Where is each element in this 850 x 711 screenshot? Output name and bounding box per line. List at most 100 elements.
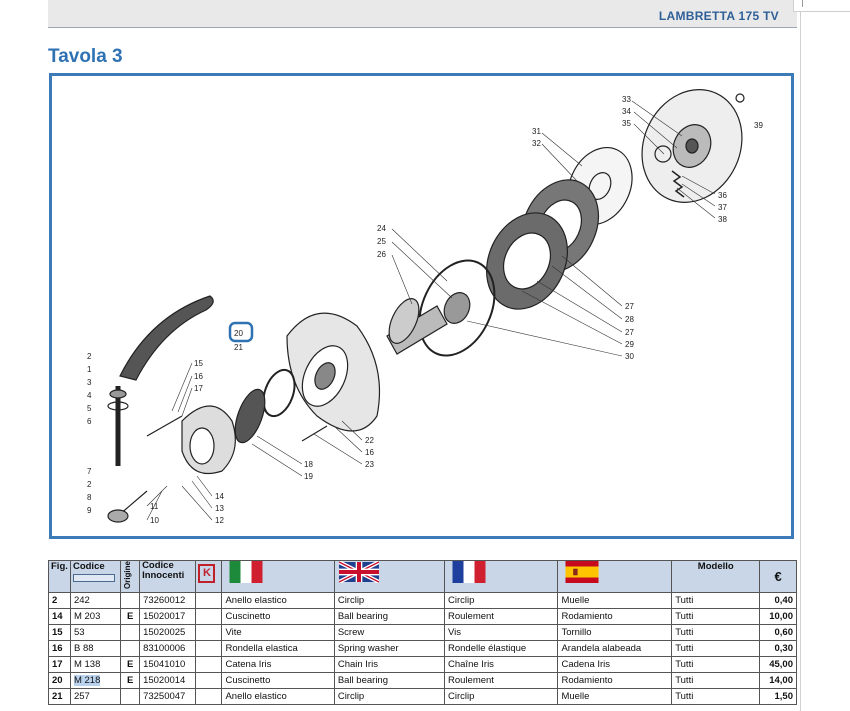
callout-17: 17	[194, 384, 203, 393]
callout-38: 38	[718, 215, 727, 224]
cell-modello: Tutti	[671, 672, 761, 690]
cell-fr-text: Vis	[448, 627, 462, 639]
cell-modello: Tutti	[671, 640, 761, 658]
cell-origine: E	[120, 672, 141, 690]
cell-en: Circlip	[333, 592, 446, 610]
cell-k	[195, 592, 223, 610]
cell-codice: M 138	[69, 656, 122, 674]
cell-prezzo-text: 10,00	[769, 611, 793, 623]
cell-es: Muelle	[557, 592, 673, 610]
callout-13: 13	[215, 504, 224, 513]
col-fig: Fig.	[48, 559, 71, 594]
document-page: LAMBRETTA 175 TV Tavola 3 33 34 35 39 31…	[0, 0, 801, 711]
cell-it-text: Anello elastico	[225, 595, 287, 607]
cell-en: Screw	[333, 624, 446, 642]
cell-es-text: Muelle	[561, 595, 590, 607]
cell-es: Tornillo	[557, 624, 673, 642]
cell-en: Spring washer	[333, 640, 446, 658]
cell-fig-text: 16	[52, 643, 63, 655]
cell-fig: 20	[48, 672, 71, 690]
table-header-row: Fig. Codice Origine Codice Innocenti K M…	[48, 559, 797, 594]
callout-16: 16	[365, 448, 374, 457]
cell-en-text: Ball bearing	[337, 611, 388, 623]
cell-modello: Tutti	[671, 624, 761, 642]
cell-prezzo: 1,50	[759, 688, 797, 706]
cell-it-text: Catena Iris	[225, 659, 272, 671]
cell-prezzo-text: 14,00	[769, 675, 793, 687]
cell-innocenti: 15020025	[139, 624, 197, 642]
cell-innocenti: 15020014	[139, 672, 197, 690]
cell-es: Rodamiento	[557, 672, 673, 690]
callout-31: 31	[532, 127, 541, 136]
cell-en-text: Circlip	[337, 595, 365, 607]
cell-en-text: Spring washer	[337, 643, 399, 655]
cell-it: Cuscinetto	[221, 672, 335, 690]
callout-28: 28	[625, 315, 634, 324]
col-italian	[221, 559, 335, 594]
cell-prezzo-text: 45,00	[769, 659, 793, 671]
cell-innocenti-text: 15020017	[143, 611, 186, 623]
cell-fig-text: 21	[52, 691, 63, 703]
callout-27: 27	[625, 302, 634, 311]
callout-19: 19	[304, 472, 313, 481]
cell-fr: Vis	[443, 624, 559, 642]
callout-30: 30	[625, 352, 634, 361]
cell-modello-text: Tutti	[675, 627, 694, 639]
cell-origine	[120, 688, 141, 706]
cell-codice: M 218	[69, 672, 122, 690]
callout-29: 29	[625, 340, 634, 349]
cell-prezzo: 14,00	[759, 672, 797, 690]
table-row: 2 242 73260012 Anello elastico Circlip Circli…	[48, 592, 797, 610]
col-codice-label: Codice	[72, 561, 105, 572]
callout-18: 18	[304, 460, 313, 469]
callout-7: 7	[87, 467, 92, 476]
spain-flag-icon	[565, 561, 599, 583]
col-codice: Codice	[69, 559, 122, 594]
cell-k	[195, 656, 223, 674]
cell-it: Catena Iris	[221, 656, 335, 674]
callout-6: 6	[87, 417, 92, 426]
model-title: LAMBRETTA 175 TV	[658, 9, 779, 23]
table-row: 20 M 218 E 15020014 Cuscinetto Ball bearing Ro…	[48, 672, 797, 690]
cell-innocenti: 15041010	[139, 656, 197, 674]
cell-it: Anello elastico	[221, 688, 335, 706]
col-modello: Modello	[671, 559, 761, 594]
cell-codice: 257	[69, 688, 122, 706]
callout-9: 9	[87, 506, 92, 515]
cell-modello-text: Tutti	[675, 675, 694, 687]
col-euro: €	[759, 559, 797, 594]
callout-39: 39	[754, 121, 763, 130]
cell-en: Chain Iris	[333, 656, 446, 674]
cell-en-text: Chain Iris	[337, 659, 378, 671]
cell-codice-text: 242	[73, 595, 90, 607]
cell-modello-text: Tutti	[675, 595, 694, 607]
cell-k	[195, 688, 223, 706]
cell-innocenti-text: 15020025	[143, 627, 186, 639]
brand-badge	[72, 574, 115, 582]
cell-codice: 53	[69, 624, 122, 642]
callout-14: 14	[215, 492, 224, 501]
cell-fig: 17	[48, 656, 71, 674]
callout-36: 36	[718, 191, 727, 200]
cell-fig: 14	[48, 608, 71, 626]
cell-fig: 2	[48, 592, 71, 610]
cell-innocenti: 73260012	[139, 592, 197, 610]
callout-3: 3	[87, 378, 92, 387]
cell-fig-text: 20	[52, 675, 63, 687]
cell-prezzo: 0,60	[759, 624, 797, 642]
cell-codice: M 203	[69, 608, 122, 626]
italy-flag-icon	[229, 561, 263, 583]
cell-es-text: Cadena Iris	[561, 659, 611, 671]
col-origine: Origine	[120, 559, 141, 594]
cell-fr: Circlip	[443, 592, 559, 610]
cell-fr: Circlip	[443, 688, 559, 706]
cell-codice-text: 53	[73, 627, 85, 639]
cell-fr: Chaîne Iris	[443, 656, 559, 674]
table-row: 21 257 73250047 Anello elastico Circlip Circl…	[48, 688, 797, 706]
cell-it-text: Vite	[225, 627, 242, 639]
callout-24: 24	[377, 224, 386, 233]
parts-table: Fig. Codice Origine Codice Innocenti K M…	[48, 559, 797, 706]
cell-fig: 21	[48, 688, 71, 706]
table-row: 16 B 88 83100006 Rondella elastica Spring wa…	[48, 640, 797, 658]
cell-fr-text: Roulement	[448, 675, 494, 687]
